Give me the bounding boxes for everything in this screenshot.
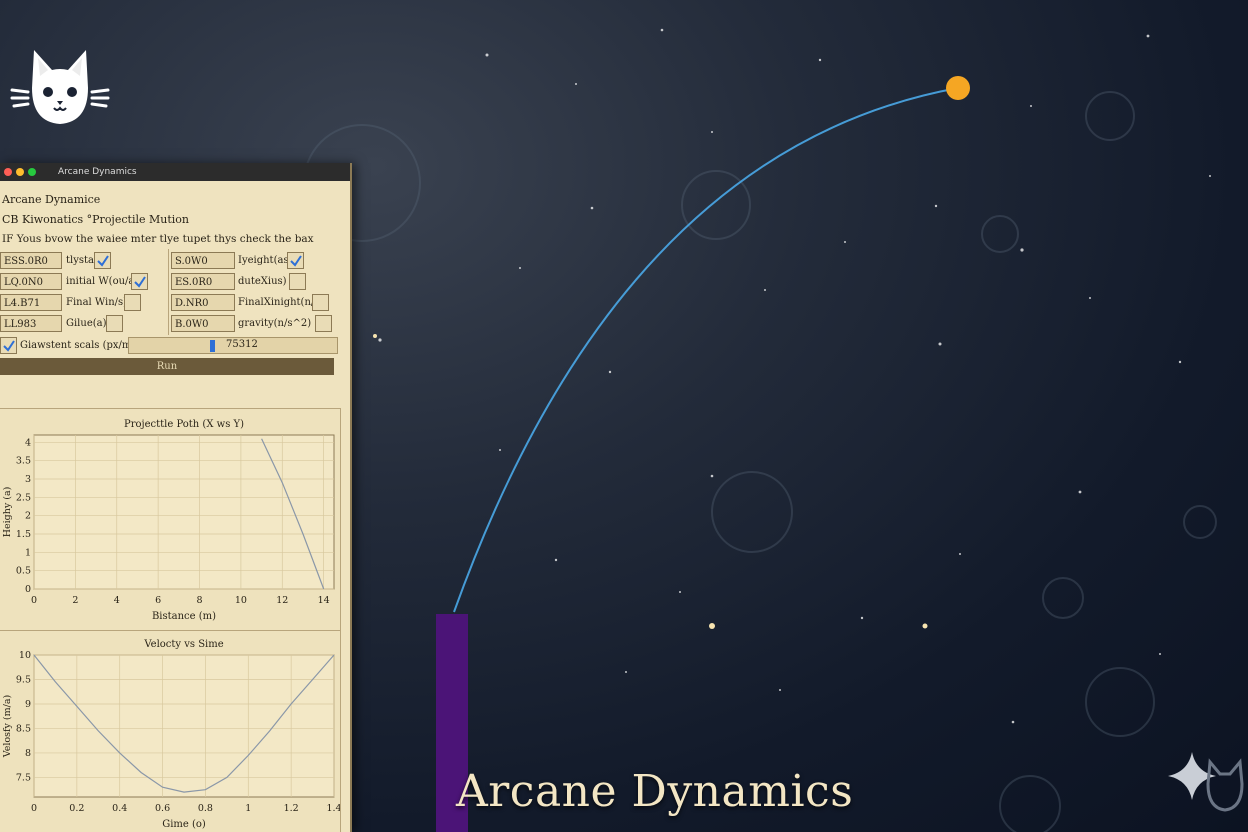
close-button[interactable] [4, 168, 12, 176]
y-axis-label: Velosfy (m/a) [2, 695, 13, 758]
y-tick-label: 0 [25, 584, 31, 595]
label-x-velocity: duteXius) [238, 276, 287, 287]
chart-svg: Projecttle Poth (X ws Y)0 2 4 6 8 10 12 1400.51… [2, 419, 335, 622]
y-tick-label: 3.5 [16, 456, 31, 467]
window-titlebar: Arcane Dynamics [0, 163, 350, 181]
x-tick-label: 1 [245, 803, 251, 814]
y-tick-label: 4 [25, 437, 31, 448]
x-tick-label: 2 [72, 595, 78, 606]
minimize-button[interactable] [16, 168, 24, 176]
y-tick-label: 2 [25, 511, 31, 522]
section-title: CB Kiwonatics °Projectile Mution [2, 213, 189, 226]
label-scale: Giawstent scals (px/m) [20, 340, 136, 351]
y-tick-label: 0.5 [16, 566, 31, 577]
chart-svg: Velocty vs Sime 0 0.2 0.4 0.6 0.8 1 1.2 1.4 7.5 8 8… [2, 639, 340, 830]
checkbox-final-height[interactable] [312, 294, 329, 311]
velocity-time-chart: Velocty vs Sime 0 0.2 0.4 0.6 0.8 1 1.2 1.4 7.5 8 8… [0, 630, 341, 832]
x-tick-label: 4 [114, 595, 120, 606]
chart-title: Projecttle Poth (X ws Y) [124, 419, 244, 430]
label-initial-velocity: initial W(ou/a) [66, 276, 139, 287]
column-divider [168, 249, 169, 335]
y-tick-label: 2.5 [16, 492, 31, 503]
check-icon [2, 339, 15, 352]
field-height[interactable]: S.0W0 [171, 252, 235, 269]
y-tick-label: 1.5 [16, 529, 31, 540]
y-tick-label: 8.5 [16, 723, 31, 734]
y-tick-label: 10 [19, 650, 31, 661]
scale-slider[interactable]: 75312 [128, 337, 338, 354]
x-tick-label: 12 [276, 595, 288, 606]
x-tick-label: 0 [31, 803, 37, 814]
field-final-velocity[interactable]: L4.B71 [0, 294, 62, 311]
check-icon [133, 275, 146, 288]
x-tick-label: 1.4 [326, 803, 340, 814]
checkbox-initial-velocity[interactable] [131, 273, 148, 290]
y-tick-label: 9.5 [16, 674, 31, 685]
scene-heading: Arcane Dynamics [456, 766, 854, 817]
y-tick-label: 3 [25, 474, 31, 485]
y-axis-label: Heighy (a) [2, 487, 13, 538]
x-tick-label: 14 [318, 595, 330, 606]
label-final-velocity: Final Win/s) [66, 297, 128, 308]
scale-slider-thumb[interactable] [210, 340, 215, 352]
plot-area [33, 434, 335, 590]
label-final-height: FinalXinight(n/s) [238, 297, 324, 308]
y-tick-label: 8 [25, 748, 31, 759]
field-final-height[interactable]: D.NR0 [171, 294, 235, 311]
x-tick-label: 0.8 [198, 803, 213, 814]
y-tick-label: 7.5 [16, 772, 31, 783]
checkbox-height[interactable] [287, 252, 304, 269]
app-title: Arcane Dynamice [2, 193, 101, 206]
x-tick-label: 10 [235, 595, 247, 606]
checkbox-gravity[interactable] [315, 315, 332, 332]
x-tick-label: 8 [196, 595, 202, 606]
label-height: Iyeight(as) [238, 255, 293, 266]
x-axis-label: Bistance (m) [152, 611, 216, 622]
check-icon [96, 254, 109, 267]
checkbox-time[interactable] [106, 315, 123, 332]
field-distance[interactable]: ESS.0R0 [0, 252, 62, 269]
x-tick-label: 6 [155, 595, 161, 606]
y-tick-label: 1 [25, 547, 31, 558]
checkbox-x-velocity[interactable] [289, 273, 306, 290]
checkbox-distance[interactable] [94, 252, 111, 269]
x-tick-label: 1.2 [284, 803, 299, 814]
instruction-text: IF Yous bvow the waiee mter tlye tupet t… [2, 233, 314, 245]
check-icon [289, 254, 302, 267]
label-distance: tlysta [66, 255, 94, 266]
corner-cat-icon [1206, 758, 1244, 812]
checkbox-scale[interactable] [0, 337, 17, 354]
field-time[interactable]: LL983 [0, 315, 62, 332]
x-axis-label: Gime (o) [162, 819, 206, 830]
x-tick-label: 0.6 [155, 803, 170, 814]
chart-title: Velocty vs Sime [143, 639, 223, 650]
x-tick-label: 0.4 [112, 803, 127, 814]
label-time: Gilue(a) [66, 318, 107, 329]
plot-area [33, 654, 335, 798]
run-button[interactable]: Run [0, 358, 334, 375]
label-gravity: gravity(n/s^2) [238, 318, 312, 329]
trajectory-path [453, 87, 959, 613]
field-x-velocity[interactable]: ES.0R0 [171, 273, 235, 290]
window-title: Arcane Dynamics [58, 167, 137, 177]
field-gravity[interactable]: B.0W0 [171, 315, 235, 332]
projectile-ball [946, 76, 970, 100]
projectile-path-chart: Projecttle Poth (X ws Y) 0 2 4 6 8 10 12 14 0 0.5 1… [0, 408, 341, 631]
scale-value: 75312 [226, 339, 258, 350]
x-tick-label: 0 [31, 595, 37, 606]
y-tick-label: 9 [25, 699, 31, 710]
field-initial-velocity[interactable]: LQ.0N0 [0, 273, 62, 290]
x-tick-label: 0.2 [69, 803, 84, 814]
simulation-window: Arcane Dynamics Arcane Dynamice CB Kiwon… [0, 163, 352, 832]
maximize-button[interactable] [28, 168, 36, 176]
checkbox-final-velocity[interactable] [124, 294, 141, 311]
